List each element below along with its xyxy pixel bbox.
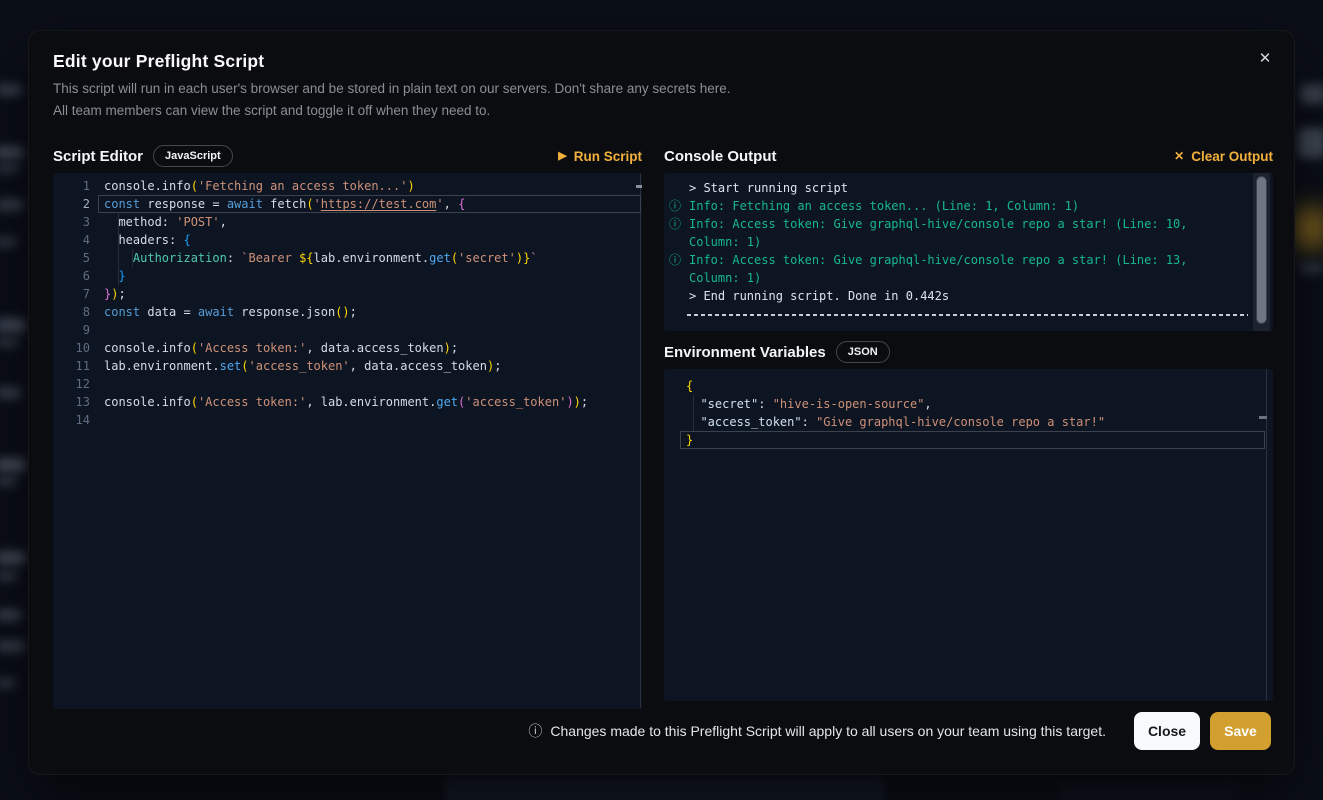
play-icon: ▶ bbox=[558, 151, 566, 162]
console-output-panel[interactable]: > Start running scriptⓘInfo: Fetching an… bbox=[664, 173, 1273, 331]
backdrop-blur-shape bbox=[0, 84, 22, 96]
close-icon[interactable]: ✕ bbox=[1252, 45, 1278, 71]
backdrop-blur-shape bbox=[0, 337, 19, 347]
clear-output-label: Clear Output bbox=[1191, 149, 1273, 164]
line-number: 8 bbox=[53, 303, 98, 321]
footer-note-text: Changes made to this Preflight Script wi… bbox=[550, 723, 1106, 739]
line-number: 13 bbox=[53, 393, 98, 411]
console-header: Console Output ✕ Clear Output bbox=[664, 144, 1273, 168]
backdrop-blur-shape bbox=[0, 571, 18, 581]
info-icon: ⓘ bbox=[669, 215, 689, 233]
backdrop-blur-shape bbox=[0, 163, 20, 173]
console-log-line: > Start running script bbox=[669, 179, 1233, 197]
code-line[interactable]: 10console.info('Access token:', data.acc… bbox=[53, 339, 642, 357]
backdrop-blur-shape bbox=[0, 146, 24, 159]
console-separator bbox=[687, 314, 1248, 316]
modal-description-line-1: This script will run in each user's brow… bbox=[53, 78, 730, 100]
scrollbar-thumb[interactable] bbox=[1256, 176, 1267, 324]
backdrop-blur-shape bbox=[1298, 128, 1323, 158]
console-info-line: ⓘInfo: Fetching an access token... (Line… bbox=[669, 197, 1233, 215]
clear-output-button[interactable]: ✕ Clear Output bbox=[1174, 149, 1273, 164]
modal-title: Edit your Preflight Script bbox=[53, 51, 264, 72]
backdrop-panel bbox=[1060, 780, 1240, 800]
line-number: 2 bbox=[53, 195, 98, 213]
code-line[interactable]: 13console.info('Access token:', lab.envi… bbox=[53, 393, 642, 411]
run-script-label: Run Script bbox=[574, 149, 642, 164]
env-json-line[interactable]: } bbox=[664, 431, 1273, 449]
script-editor-title: Script Editor bbox=[53, 148, 143, 165]
code-line[interactable]: 8const data = await response.json(); bbox=[53, 303, 642, 321]
environment-variables-header: Environment Variables JSON bbox=[664, 340, 1273, 364]
backdrop-blur-shape bbox=[0, 640, 26, 652]
code-line[interactable]: 3 method: 'POST', bbox=[53, 213, 642, 231]
line-number: 9 bbox=[53, 321, 98, 339]
script-editor[interactable]: 1console.info('Fetching an access token.… bbox=[53, 173, 642, 709]
code-line[interactable]: 1console.info('Fetching an access token.… bbox=[53, 177, 642, 195]
backdrop-blur-shape bbox=[0, 609, 22, 621]
backdrop-blur-shape bbox=[0, 458, 26, 472]
backdrop-blur-shape bbox=[0, 551, 26, 565]
line-number: 14 bbox=[53, 411, 98, 429]
backdrop-blur-shape bbox=[0, 318, 26, 333]
backdrop-blur-shape bbox=[0, 476, 18, 486]
modal-description-line-2: All team members can view the script and… bbox=[53, 100, 730, 122]
backdrop-glow bbox=[1294, 205, 1323, 251]
backdrop-blur-shape bbox=[0, 199, 24, 211]
environment-variables-editor[interactable]: { "secret": "hive-is-open-source", "acce… bbox=[664, 369, 1273, 701]
code-line[interactable]: 6 } bbox=[53, 267, 642, 285]
language-badge: JavaScript bbox=[153, 145, 233, 167]
modal-footer: ⓘ Changes made to this Preflight Script … bbox=[53, 712, 1271, 750]
line-number: 3 bbox=[53, 213, 98, 231]
close-button[interactable]: Close bbox=[1134, 712, 1200, 750]
backdrop-blur-shape bbox=[0, 678, 16, 688]
code-line[interactable]: 4 headers: { bbox=[53, 231, 642, 249]
footer-note: ⓘ Changes made to this Preflight Script … bbox=[528, 721, 1106, 741]
run-script-button[interactable]: ▶ Run Script bbox=[558, 149, 642, 164]
screen: ✕ Edit your Preflight Script This script… bbox=[0, 0, 1323, 800]
line-number: 4 bbox=[53, 231, 98, 249]
line-number: 12 bbox=[53, 375, 98, 393]
close-icon: ✕ bbox=[1174, 150, 1184, 162]
code-line[interactable]: 2const response = await fetch('https://t… bbox=[53, 195, 642, 213]
line-number: 7 bbox=[53, 285, 98, 303]
json-badge: JSON bbox=[836, 341, 890, 363]
line-number: 10 bbox=[53, 339, 98, 357]
console-info-line: ⓘInfo: Access token: Give graphql-hive/c… bbox=[669, 215, 1233, 251]
console-output-title: Console Output bbox=[664, 148, 777, 165]
info-icon: ⓘ bbox=[528, 721, 542, 741]
code-line[interactable]: 5 Authorization: `Bearer ${lab.environme… bbox=[53, 249, 642, 267]
backdrop-blur-shape bbox=[0, 237, 17, 247]
backdrop-blur-shape bbox=[0, 387, 22, 399]
code-line[interactable]: 11lab.environment.set('access_token', da… bbox=[53, 357, 642, 375]
env-json-line[interactable]: "secret": "hive-is-open-source", bbox=[664, 395, 1273, 413]
backdrop-blur-shape bbox=[1300, 262, 1323, 274]
script-editor-header: Script Editor JavaScript ▶ Run Script bbox=[53, 144, 642, 168]
modal-description: This script will run in each user's brow… bbox=[53, 78, 730, 122]
line-number: 5 bbox=[53, 249, 98, 267]
code-line[interactable]: 9 bbox=[53, 321, 642, 339]
code-line[interactable]: 7}); bbox=[53, 285, 642, 303]
save-button[interactable]: Save bbox=[1210, 712, 1271, 750]
line-number: 11 bbox=[53, 357, 98, 375]
console-info-line: ⓘInfo: Access token: Give graphql-hive/c… bbox=[669, 251, 1233, 287]
line-number: 1 bbox=[53, 177, 98, 195]
info-icon: ⓘ bbox=[669, 197, 689, 215]
backdrop-panel bbox=[445, 776, 885, 800]
info-icon: ⓘ bbox=[669, 251, 689, 269]
line-number: 6 bbox=[53, 267, 98, 285]
environment-variables-title: Environment Variables bbox=[664, 344, 826, 361]
code-line[interactable]: 14 bbox=[53, 411, 642, 429]
scrollbar[interactable] bbox=[1253, 173, 1270, 331]
console-log-line: > End running script. Done in 0.442s bbox=[669, 287, 1233, 305]
env-json-line[interactable]: "access_token": "Give graphql-hive/conso… bbox=[664, 413, 1273, 431]
preflight-script-modal: ✕ Edit your Preflight Script This script… bbox=[28, 30, 1295, 775]
code-line[interactable]: 12 bbox=[53, 375, 642, 393]
env-json-line[interactable]: { bbox=[664, 377, 1273, 395]
backdrop-blur-shape bbox=[1300, 84, 1323, 104]
